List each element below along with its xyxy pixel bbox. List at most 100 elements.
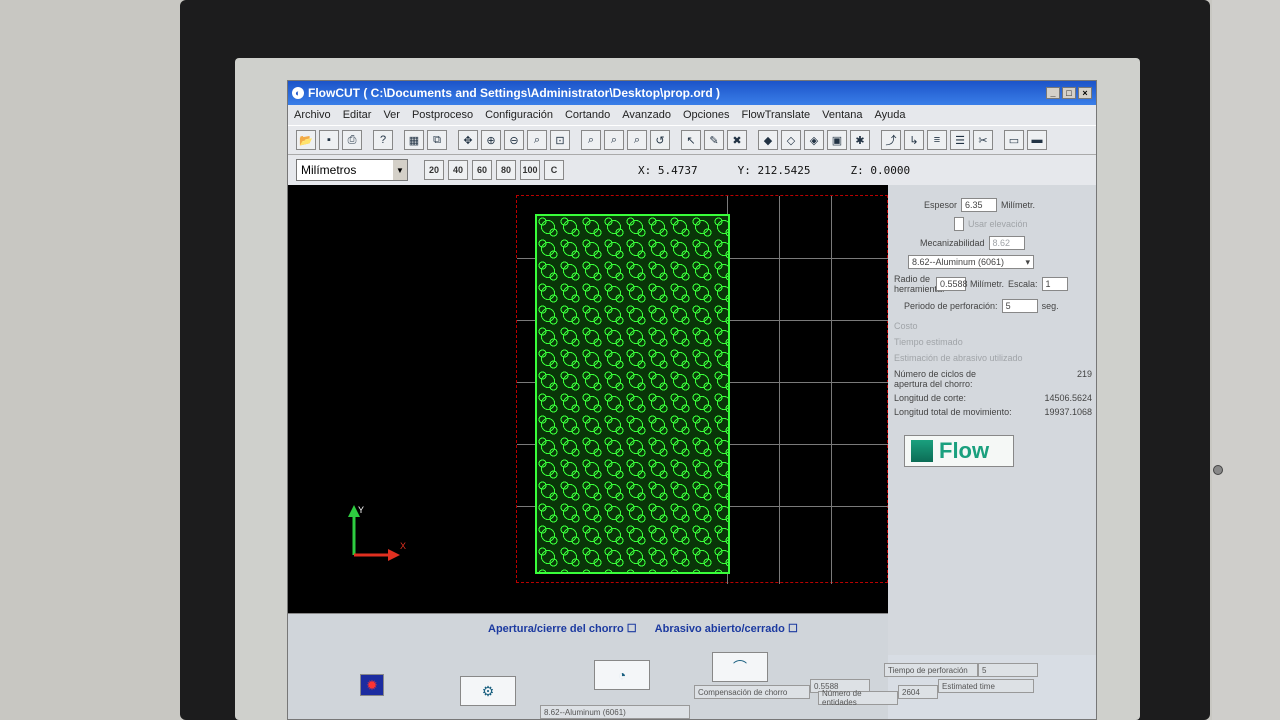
periodo-input[interactable]: 5 — [1001, 299, 1038, 313]
espesor-unit: Milímetr. — [1001, 200, 1036, 210]
close-button[interactable]: × — [1078, 87, 1092, 99]
abrasivo-checkbox[interactable]: ☐ — [788, 623, 798, 635]
apertura-checkbox[interactable]: ☐ — [627, 623, 637, 635]
tiempo-perforacion-label: Tiempo de perforación — [884, 663, 978, 677]
radio-label: Radio de herramienta: — [894, 274, 945, 294]
zoom-c-button[interactable]: C — [544, 160, 564, 180]
zoom-in-icon[interactable]: ⊕ — [481, 130, 501, 150]
menu-ver[interactable]: Ver — [383, 109, 400, 121]
units-select[interactable]: Milímetros ▼ — [296, 159, 408, 181]
escala-label: Escala: — [1008, 279, 1038, 289]
estimacion-label: Estimación de abrasivo utilizado — [894, 353, 1023, 363]
window-tile-icon[interactable]: ▭ — [1004, 130, 1024, 150]
edit-icon[interactable]: ✎ — [704, 130, 724, 150]
coord-x: X: 5.4737 — [638, 163, 698, 177]
zoom-100-button[interactable]: 100 — [520, 160, 540, 180]
window-cascade-icon[interactable]: ▬ — [1027, 130, 1047, 150]
menu-archivo[interactable]: Archivo — [294, 109, 331, 121]
espesor-label: Espesor — [924, 200, 958, 210]
zoom-all-icon[interactable]: ⊡ — [550, 130, 570, 150]
cube-front-icon[interactable]: ◇ — [781, 130, 801, 150]
cut-pattern-panel[interactable] — [535, 214, 730, 574]
screw-icon — [1213, 465, 1223, 475]
espesor-input[interactable]: 6.35 — [961, 198, 998, 212]
estimated-time-label: Estimated time — [938, 679, 1034, 693]
pan-icon[interactable]: ✥ — [458, 130, 478, 150]
table-grid — [516, 195, 889, 584]
usar-elevacion-label: Usar elevación — [968, 219, 1028, 229]
costo-label: Costo — [894, 321, 918, 331]
periodo-label: Periodo de perforación: — [904, 301, 998, 311]
maquinabilidad-input[interactable]: 8.62 — [988, 236, 1025, 250]
longitud-total-value: 19937.1068 — [1044, 407, 1092, 417]
abrasivo-label: Abrasivo abierto/cerrado ☐ — [655, 622, 798, 635]
cube-side-icon[interactable]: ◈ — [804, 130, 824, 150]
axis-indicator-icon: Y X — [348, 505, 406, 561]
main-toolbar: 📂 ▪ ⎙ ? ▦ ⧉ ✥ ⊕ ⊖ ⌕ ⊡ ⌕ ⌕ ⌕ ↺ ↖ ✎ ✖ ◆ ◇ … — [288, 125, 1096, 155]
menu-opciones[interactable]: Opciones — [683, 109, 729, 121]
drawing-canvas[interactable]: Y X — [288, 185, 889, 613]
properties-panel: Espesor 6.35 Milímetr. Usar elevación Me… — [888, 185, 1096, 655]
help-icon[interactable]: ? — [373, 130, 393, 150]
tools-icon[interactable]: ✂ — [973, 130, 993, 150]
title-bar: ◐ FlowCUT ( C:\Documents and Settings\Ad… — [288, 81, 1096, 105]
menu-avanzado[interactable]: Avanzado — [622, 109, 671, 121]
gear-icon[interactable]: ✱ — [850, 130, 870, 150]
cube-top-icon[interactable]: ▣ — [827, 130, 847, 150]
print-icon[interactable]: ⎙ — [342, 130, 362, 150]
radio-unit: Milímetr. — [970, 279, 1005, 289]
save-icon[interactable]: ▪ — [319, 130, 339, 150]
axis-x-label: X — [400, 541, 406, 551]
menu-ventana[interactable]: Ventana — [822, 109, 862, 121]
menu-bar: Archivo Editar Ver Postproceso Configura… — [288, 105, 1096, 125]
menu-editar[interactable]: Editar — [343, 109, 372, 121]
menu-flowtranslate[interactable]: FlowTranslate — [741, 109, 810, 121]
sort-icon[interactable]: ≡ — [927, 130, 947, 150]
grid-line — [831, 196, 832, 584]
menu-ayuda[interactable]: Ayuda — [875, 109, 906, 121]
menu-configuracion[interactable]: Configuración — [485, 109, 553, 121]
list-icon[interactable]: ☰ — [950, 130, 970, 150]
flow-logo-icon — [911, 440, 933, 462]
material-select[interactable]: 8.62--Aluminum (6061) ▾ — [908, 255, 1034, 269]
zoom-80-button[interactable]: 80 — [496, 160, 516, 180]
zoom-20-button[interactable]: 20 — [424, 160, 444, 180]
entidades-value: 2604 — [898, 685, 938, 699]
zoom-40-button[interactable]: 40 — [448, 160, 468, 180]
material-value: 8.62--Aluminum (6061) — [912, 257, 1005, 267]
apertura-text: Apertura/cierre del chorro — [488, 623, 624, 635]
open-folder-icon[interactable]: 📂 — [296, 130, 316, 150]
erase-icon[interactable]: ✖ — [727, 130, 747, 150]
window-controls: _ □ × — [1046, 87, 1096, 99]
grid-icon[interactable]: ▦ — [404, 130, 424, 150]
maximize-button[interactable]: □ — [1062, 87, 1076, 99]
coord-y: Y: 212.5425 — [737, 163, 811, 177]
zoom-extents-icon[interactable]: ⌕ — [627, 130, 647, 150]
status-bar: Tiempo de perforación 5 Compensación de … — [288, 655, 1096, 719]
escala-select[interactable]: 1 — [1041, 277, 1068, 291]
menu-cortando[interactable]: Cortando — [565, 109, 610, 121]
cube-icon[interactable]: ◆ — [758, 130, 778, 150]
minimize-button[interactable]: _ — [1046, 87, 1060, 99]
zoom-out-icon[interactable]: ⊖ — [504, 130, 524, 150]
menu-postproceso[interactable]: Postproceso — [412, 109, 473, 121]
radio-input[interactable]: 0.5588 — [936, 277, 968, 291]
zoom-prev-icon[interactable]: ⌕ — [581, 130, 601, 150]
periodo-unit: seg. — [1041, 301, 1059, 311]
lead-in-icon[interactable]: ↳ — [904, 130, 924, 150]
monitor-frame: ◐ FlowCUT ( C:\Documents and Settings\Ad… — [0, 0, 1280, 720]
chevron-down-icon[interactable]: ▼ — [393, 160, 407, 180]
path-icon[interactable]: ⤴ — [881, 130, 901, 150]
zoom-fit-icon[interactable]: ⌕ — [604, 130, 624, 150]
select-icon[interactable]: ↖ — [681, 130, 701, 150]
coordinate-readout: X: 5.4737 Y: 212.5425 Z: 0.0000 — [638, 164, 910, 177]
usar-elevacion-checkbox[interactable] — [954, 217, 964, 231]
redraw-icon[interactable]: ↺ — [650, 130, 670, 150]
tiempo-estimado-label: Tiempo estimado — [894, 337, 963, 347]
compensacion-label: Compensación de chorro — [694, 685, 810, 699]
zoom-window-icon[interactable]: ⌕ — [527, 130, 547, 150]
ciclos-value: 219 — [1076, 369, 1092, 379]
zoom-60-button[interactable]: 60 — [472, 160, 492, 180]
longitud-total-label: Longitud total de movimiento: — [894, 407, 1012, 417]
layers-icon[interactable]: ⧉ — [427, 130, 447, 150]
